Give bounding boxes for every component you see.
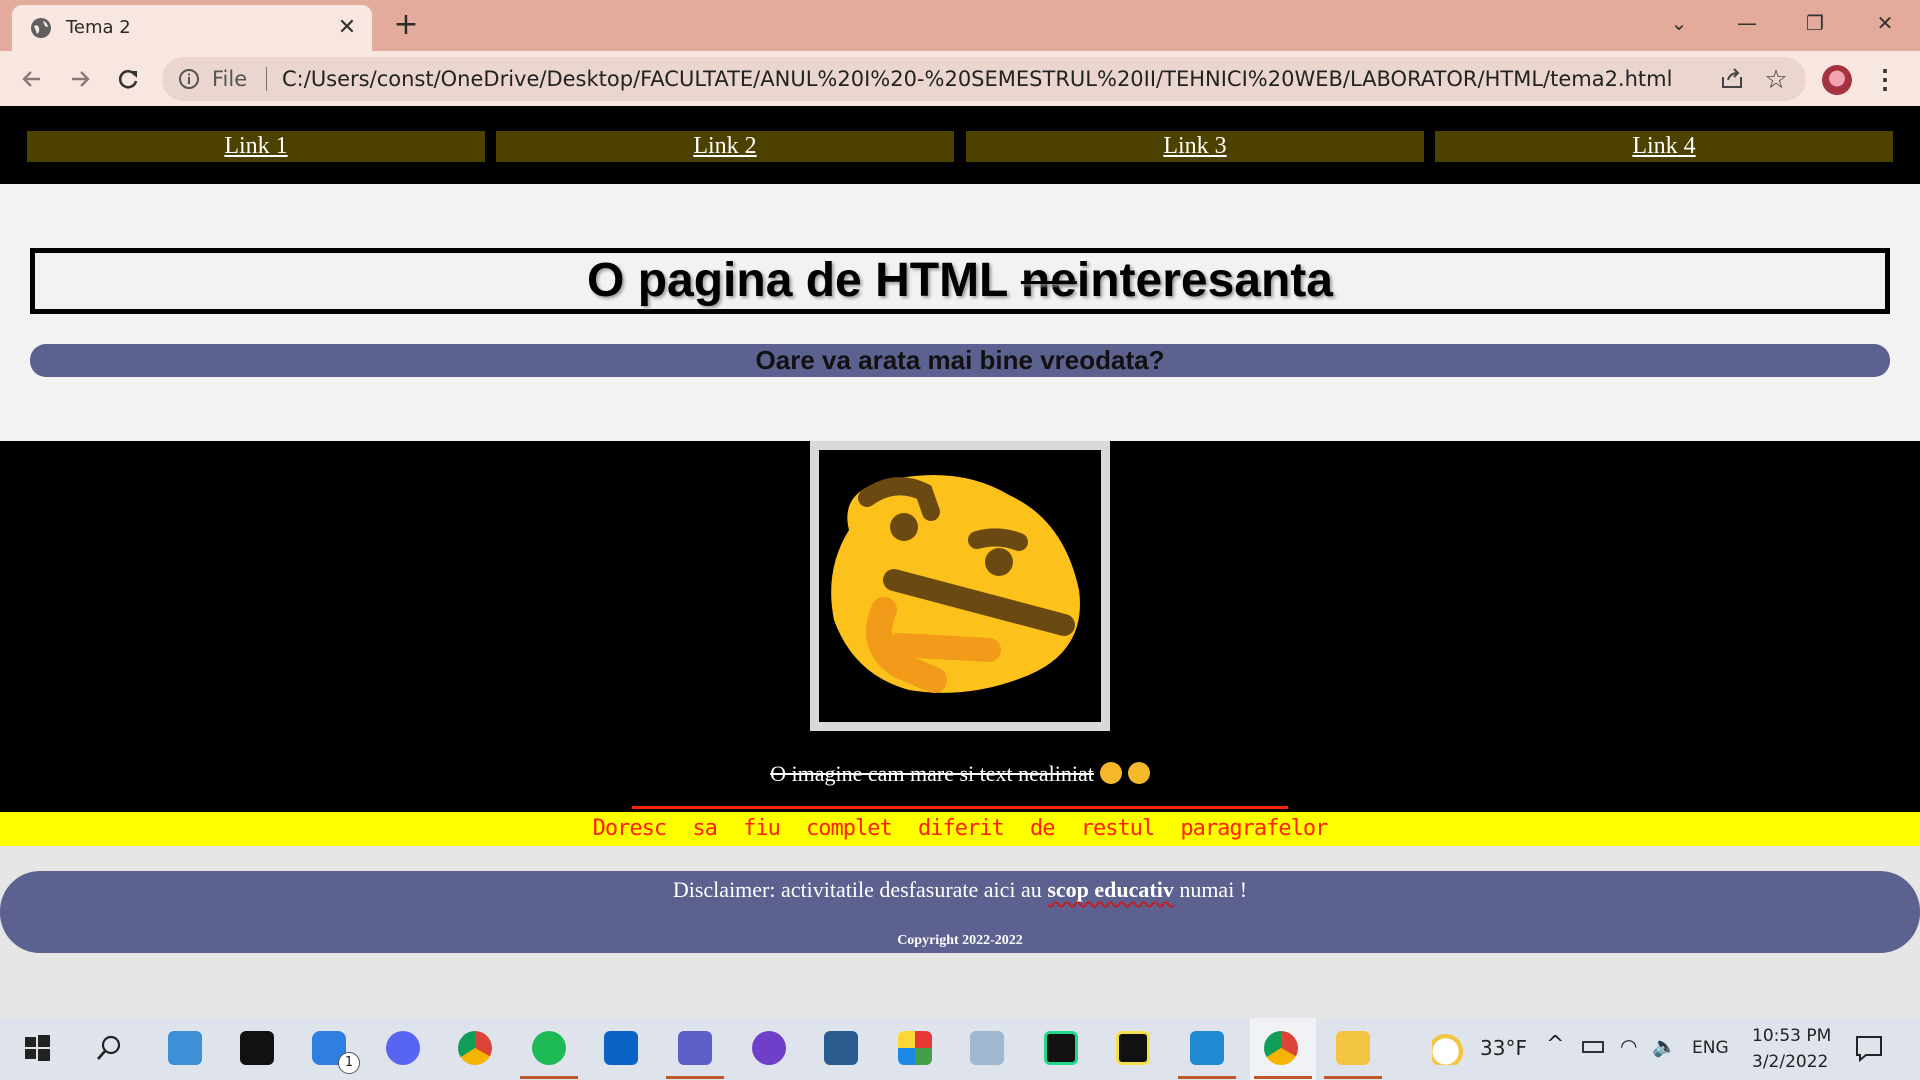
page-viewport: Link 1 Link 2 Link 3 Link 4 O pagina de … (0, 106, 1920, 1018)
disclaimer-before: Disclaimer: activitatile desfasurate aic… (672, 877, 1048, 902)
browser-tab[interactable]: Tema 2 ✕ (12, 5, 372, 51)
disclaimer-emphasis: scop educativ (1047, 877, 1174, 902)
active-indicator (1178, 1076, 1236, 1079)
address-scheme: File (212, 67, 248, 91)
active-indicator (520, 1076, 578, 1079)
nav-link-1[interactable]: Link 1 (27, 131, 485, 162)
address-bar[interactable]: File C:/Users/const/OneDrive/Desktop/FAC… (162, 57, 1806, 101)
title-box: O pagina de HTML neinteresanta (30, 248, 1890, 314)
address-url[interactable]: C:/Users/const/OneDrive/Desktop/FACULTAT… (282, 57, 1672, 101)
minimize-icon[interactable]: — (1724, 6, 1770, 40)
this-pc-icon[interactable] (168, 1031, 202, 1065)
search-icon[interactable] (92, 1031, 126, 1065)
active-indicator (666, 1076, 724, 1079)
new-tab-button[interactable]: + (390, 10, 422, 42)
chrome-icon[interactable] (458, 1031, 492, 1065)
disclaimer: Disclaimer: activitatile desfasurate aic… (0, 877, 1920, 903)
site-navbar: Link 1 Link 2 Link 3 Link 4 (0, 106, 1920, 184)
nav-link-2[interactable]: Link 2 (496, 131, 954, 162)
page-header: O pagina de HTML neinteresanta Oare va a… (0, 184, 1920, 441)
thinking-face-icon (831, 475, 1080, 693)
pycharm-icon[interactable] (1116, 1031, 1150, 1065)
grimace-emoji-icon (1099, 762, 1122, 784)
weather-temperature[interactable]: 33°F (1480, 1036, 1527, 1060)
reload-icon[interactable] (112, 63, 144, 95)
content-section: O imagine cam mare si text nealiniat (0, 441, 1920, 818)
bookmark-star-icon[interactable]: ☆ (1762, 65, 1790, 93)
title-strikethrough: ne (1020, 254, 1077, 307)
tab-search-icon[interactable]: ⌄ (1656, 6, 1702, 40)
subtitle-bar: Oare va arata mai bine vreodata? (30, 344, 1890, 377)
profile-avatar[interactable] (1822, 65, 1852, 95)
tray-chevron-icon[interactable]: ^ (1546, 1032, 1564, 1057)
windows-taskbar: 1 33°F ^ ◠ 🔈 ENG 10:53 PM 3/2/2022 (0, 1018, 1920, 1080)
different-paragraph: Doresc sa fiu complet diferit de restul … (592, 816, 1329, 841)
teams-icon[interactable] (678, 1031, 712, 1065)
browser-tab-strip: Tema 2 ✕ + ⌄ — ❐ ✕ (0, 0, 1920, 51)
todo-badge: 1 (338, 1052, 360, 1074)
image-caption: O imagine cam mare si text nealiniat (0, 761, 1920, 787)
thinking-face-image (810, 441, 1110, 731)
weather-icon[interactable] (1432, 1031, 1466, 1065)
spotify-icon[interactable] (532, 1031, 566, 1065)
close-tab-icon[interactable]: ✕ (334, 15, 360, 41)
back-icon[interactable] (16, 63, 48, 95)
nav-link-4[interactable]: Link 4 (1435, 131, 1893, 162)
installer-icon[interactable] (970, 1031, 1004, 1065)
notifications-icon[interactable] (1852, 1031, 1886, 1065)
nav-link-3[interactable]: Link 3 (966, 131, 1424, 162)
page-subtitle: Oare va arata mai bine vreodata? (755, 345, 1165, 375)
restore-icon[interactable]: ❐ (1792, 6, 1838, 40)
virtualbox-icon[interactable] (824, 1031, 858, 1065)
clock-date[interactable]: 3/2/2022 (1752, 1052, 1828, 1072)
clock-time[interactable]: 10:53 PM (1752, 1026, 1831, 1046)
wifi-icon[interactable]: ◠ (1620, 1034, 1637, 1058)
winrar-icon[interactable] (898, 1031, 932, 1065)
red-overline (632, 806, 1288, 809)
active-indicator (1254, 1076, 1312, 1079)
page-footer: Disclaimer: activitatile desfasurate aic… (0, 871, 1920, 953)
github-desktop-icon[interactable] (752, 1031, 786, 1065)
file-explorer-icon[interactable] (1336, 1031, 1370, 1065)
title-after: interesanta (1076, 254, 1333, 307)
page-title: O pagina de HTML neinteresanta (35, 253, 1885, 309)
browser-toolbar: File C:/Users/const/OneDrive/Desktop/FAC… (0, 51, 1920, 106)
disclaimer-after: numai ! (1173, 877, 1248, 902)
forward-icon[interactable] (64, 63, 96, 95)
title-before: O pagina de HTML (587, 254, 1021, 307)
discord-icon[interactable] (386, 1031, 420, 1065)
chrome-active-icon[interactable] (1264, 1031, 1298, 1065)
battery-icon[interactable] (1582, 1041, 1604, 1053)
outlook-icon[interactable] (604, 1031, 638, 1065)
grimace-emoji-icon (1127, 762, 1150, 784)
globe-icon (31, 18, 51, 38)
tab-title: Tema 2 (66, 17, 131, 38)
copyright: Copyright 2022-2022 (897, 933, 1023, 948)
volume-icon[interactable]: 🔈 (1652, 1034, 1677, 1058)
windows-start-icon[interactable] (20, 1031, 54, 1065)
active-indicator (1324, 1076, 1382, 1079)
share-icon[interactable] (1720, 67, 1744, 91)
address-separator (266, 67, 267, 91)
info-icon[interactable] (178, 68, 200, 90)
window-close-icon[interactable]: ✕ (1862, 6, 1908, 40)
browser-menu-icon[interactable]: ⋮ (1872, 61, 1898, 97)
terminal-icon[interactable] (240, 1031, 274, 1065)
vscode-icon[interactable] (1190, 1031, 1224, 1065)
caption-text: O imagine cam mare si text nealiniat (770, 761, 1094, 786)
language-indicator[interactable]: ENG (1692, 1038, 1729, 1058)
clion-icon[interactable] (1044, 1031, 1078, 1065)
